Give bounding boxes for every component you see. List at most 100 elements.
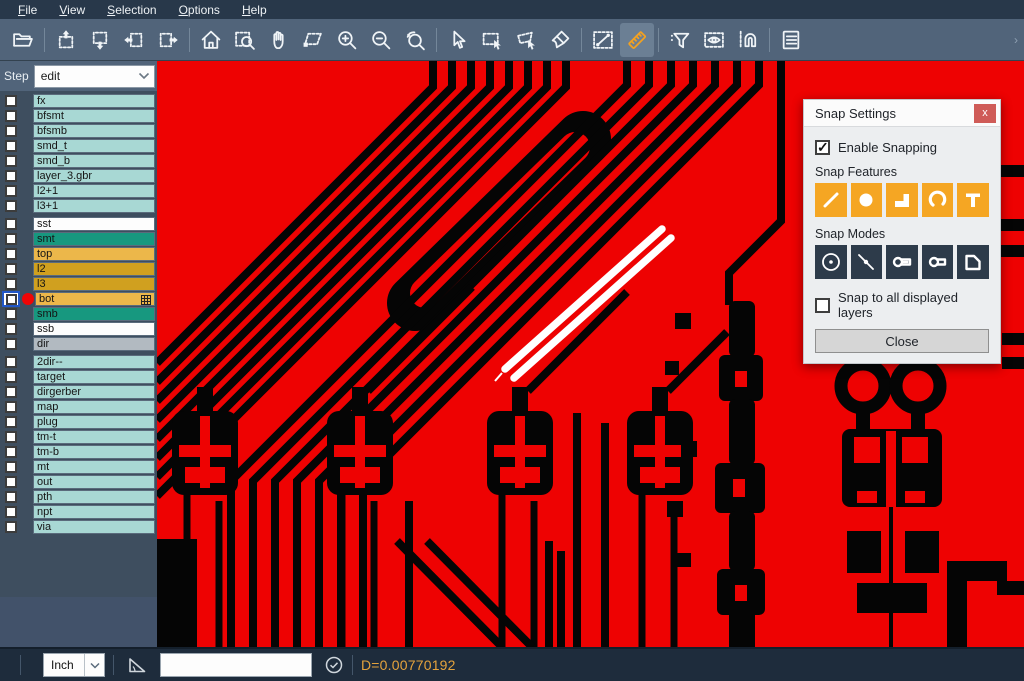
layer-visibility-checkbox[interactable] (5, 308, 17, 320)
pan-down-icon (89, 29, 111, 51)
snap-feature-arc-button[interactable] (922, 183, 954, 217)
zoom-previous-button[interactable] (398, 23, 432, 57)
layer-visibility-checkbox[interactable] (5, 263, 17, 275)
report-button[interactable] (774, 23, 808, 57)
ruler-button[interactable] (620, 23, 654, 57)
cursor-icon (447, 29, 469, 51)
apply-check-icon[interactable] (324, 655, 344, 675)
layer-visibility-checkbox[interactable] (5, 338, 17, 350)
corner-blob (157, 539, 197, 647)
layer-row: dir (0, 337, 155, 351)
snap-feature-line-button[interactable] (815, 183, 847, 217)
pan-down-button[interactable] (83, 23, 117, 57)
layer-visibility-checkbox-selected[interactable] (3, 292, 19, 306)
layer-visibility-checkbox[interactable] (5, 431, 17, 443)
layer-name: smt (37, 233, 55, 245)
layer-visibility-checkbox[interactable] (5, 371, 17, 383)
filter-button[interactable] (663, 23, 697, 57)
view-options-button[interactable] (697, 23, 731, 57)
snap-feature-corner-button[interactable] (886, 183, 918, 217)
pan-right-button[interactable] (151, 23, 185, 57)
step-select[interactable]: edit (34, 65, 155, 88)
snap-all-layers-row[interactable]: Snap to all displayed layers (815, 290, 989, 320)
layer-visibility-checkbox[interactable] (5, 140, 17, 152)
layer-visibility-checkbox[interactable] (5, 323, 17, 335)
layer-visibility-checkbox[interactable] (5, 155, 17, 167)
home-view-button[interactable] (194, 23, 228, 57)
pan-up-button[interactable] (49, 23, 83, 57)
layer-row: npt (0, 505, 155, 519)
dialog-titlebar[interactable]: Snap Settings x (804, 100, 1000, 127)
layer-visibility-checkbox[interactable] (5, 386, 17, 398)
menu-file[interactable]: File (8, 2, 47, 18)
measure-input[interactable] (160, 653, 312, 677)
enable-snapping-checkbox[interactable] (815, 140, 830, 155)
dialog-close-icon[interactable]: x (974, 104, 996, 123)
layer-visibility-checkbox[interactable] (5, 278, 17, 290)
snap-feature-pad-button[interactable] (851, 183, 883, 217)
layer-visibility-checkbox[interactable] (5, 125, 17, 137)
layer-visibility-checkbox[interactable] (5, 110, 17, 122)
menu-options[interactable]: Options (169, 2, 230, 18)
line-icon (819, 188, 843, 212)
step-row: Step edit (0, 61, 157, 91)
layer-name: 2dir-- (37, 356, 63, 368)
slot-end-snap-icon (890, 250, 914, 274)
layer-visibility-checkbox[interactable] (5, 170, 17, 182)
dialog-close-button[interactable]: Close (815, 329, 989, 353)
snap-feature-text-button[interactable] (957, 183, 989, 217)
unit-select[interactable]: Inch (43, 653, 105, 677)
layer-row: l3 (0, 277, 155, 291)
open-button[interactable] (6, 23, 40, 57)
snap-all-layers-label: Snap to all displayed layers (838, 290, 989, 320)
menu-view[interactable]: View (49, 2, 95, 18)
select-polygon-button[interactable] (509, 23, 543, 57)
layer-visibility-checkbox[interactable] (5, 506, 17, 518)
zoom-window-button[interactable] (228, 23, 262, 57)
chevron-down-icon (84, 654, 104, 676)
layer-visibility-checkbox[interactable] (5, 200, 17, 212)
snap-mode-slot-button[interactable] (922, 245, 954, 279)
layer-visibility-checkbox[interactable] (5, 185, 17, 197)
layer-visibility-checkbox[interactable] (5, 356, 17, 368)
snap-all-layers-checkbox[interactable] (815, 298, 830, 313)
select-button[interactable] (441, 23, 475, 57)
menu-selection[interactable]: Selection (97, 2, 166, 18)
filter-icon (669, 29, 691, 51)
angle-measure-icon[interactable] (126, 654, 148, 676)
layer-visibility-checkbox[interactable] (5, 401, 17, 413)
layer-visibility-checkbox[interactable] (5, 491, 17, 503)
layer-name: layer_3.gbr (37, 170, 92, 182)
layer-visibility-checkbox[interactable] (5, 95, 17, 107)
layer-visibility-checkbox[interactable] (5, 476, 17, 488)
layer-name: dir (37, 338, 49, 350)
snap-mode-outline-button[interactable] (957, 245, 989, 279)
snap-mode-midpoint-button[interactable] (851, 245, 883, 279)
layer-visibility-checkbox[interactable] (5, 461, 17, 473)
layer-visibility-checkbox[interactable] (5, 446, 17, 458)
zoom-out-button[interactable] (364, 23, 398, 57)
layer-row: bfsmb (0, 124, 155, 138)
layer-visibility-checkbox[interactable] (5, 233, 17, 245)
pan-left-button[interactable] (117, 23, 151, 57)
zoom-polygon-button[interactable] (296, 23, 330, 57)
measure-line-button[interactable] (586, 23, 620, 57)
layer-visibility-checkbox[interactable] (5, 521, 17, 533)
pan-up-icon (55, 29, 77, 51)
layer-visibility-checkbox[interactable] (5, 218, 17, 230)
clean-button[interactable] (543, 23, 577, 57)
layer-visibility-checkbox[interactable] (5, 248, 17, 260)
unit-value: Inch (44, 658, 84, 672)
select-rectangle-button[interactable] (475, 23, 509, 57)
snap-mode-center-button[interactable] (815, 245, 847, 279)
zoom-in-button[interactable] (330, 23, 364, 57)
snap-mode-slot-end-button[interactable] (886, 245, 918, 279)
enable-snapping-row[interactable]: Enable Snapping (815, 140, 989, 155)
layer-list: fx bfsmt bfsmb smd_t smd_b layer_3.gbr l… (0, 91, 157, 534)
toolbar-overflow-chevron[interactable]: › (1014, 33, 1018, 47)
pan-hand-button[interactable] (262, 23, 296, 57)
menu-help[interactable]: Help (232, 2, 277, 18)
layer-name: l3+1 (37, 200, 58, 212)
layer-visibility-checkbox[interactable] (5, 416, 17, 428)
snap-button[interactable] (731, 23, 765, 57)
